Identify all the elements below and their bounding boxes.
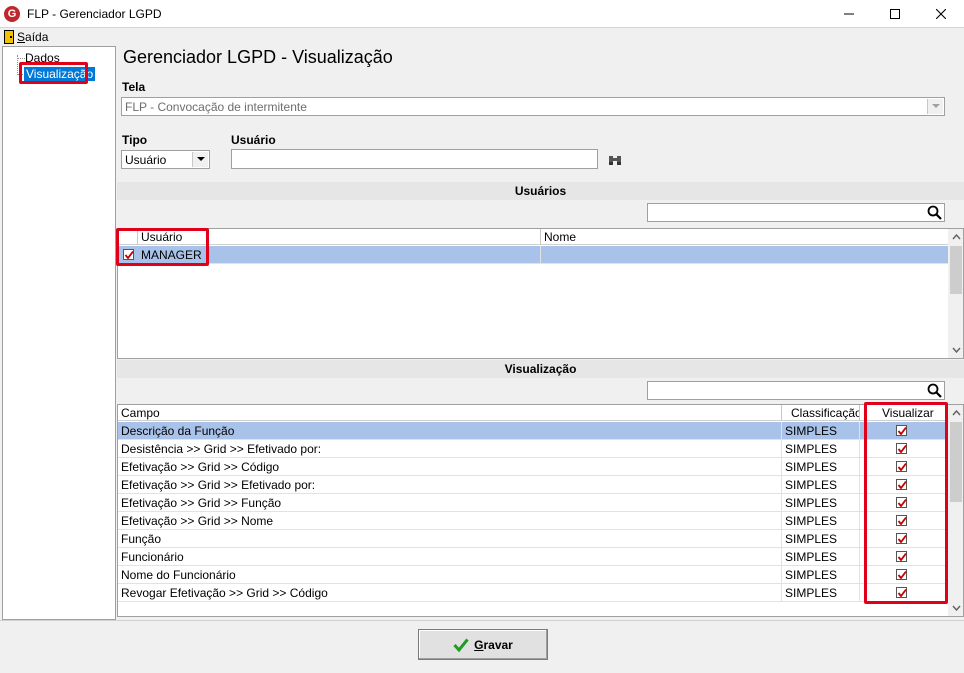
binoculars-icon — [609, 156, 621, 165]
minimize-button[interactable] — [826, 0, 872, 28]
usuarios-grid: Usuário Nome MANAGER — [117, 228, 964, 359]
classificacao-cell: SIMPLES — [782, 422, 860, 440]
campo-cell: Desistência >> Grid >> Efetivado por: — [118, 440, 782, 458]
app-logo-icon: G — [4, 6, 20, 22]
campo-cell: Efetivação >> Grid >> Nome — [118, 512, 782, 530]
table-row[interactable]: MANAGER — [118, 246, 949, 264]
table-row[interactable]: Efetivação >> Grid >> Efetivado por: SIMP… — [118, 476, 949, 494]
menu-exit[interactable]: Saída — [4, 29, 48, 45]
classificacao-cell: SIMPLES — [782, 458, 860, 476]
minimize-icon — [844, 13, 854, 15]
maximize-button[interactable] — [872, 0, 918, 28]
chevron-down-icon — [192, 152, 208, 167]
navigation-tree: Dados Visualização — [2, 46, 116, 620]
tela-select-value: FLP - Convocação de intermitente — [125, 100, 307, 114]
col-header-campo[interactable]: Campo — [118, 405, 782, 421]
menu-exit-label: Saída — [17, 30, 49, 44]
scroll-down-icon[interactable] — [948, 600, 963, 616]
highlight-visualizar-column — [864, 402, 948, 604]
menu-bar: Saída — [0, 28, 964, 46]
usuarios-search-input[interactable] — [647, 203, 945, 222]
usuarios-section-header: Usuários — [117, 182, 964, 200]
classificacao-cell: SIMPLES — [782, 530, 860, 548]
campo-cell: Funcionário — [118, 548, 782, 566]
table-row[interactable]: Desistência >> Grid >> Efetivado por: SIM… — [118, 440, 949, 458]
checkmark-icon — [453, 638, 469, 652]
search-icon[interactable] — [927, 383, 942, 401]
campo-cell: Revogar Efetivação >> Grid >> Código — [118, 584, 782, 602]
page-title: Gerenciador LGPD - Visualização — [123, 47, 393, 67]
campo-cell: Nome do Funcionário — [118, 566, 782, 584]
visualizacao-grid-header: Campo Classificação Visualizar — [118, 405, 949, 421]
usuarios-scrollbar[interactable] — [948, 229, 963, 358]
col-header-nome[interactable]: Nome — [541, 229, 949, 245]
scroll-down-icon[interactable] — [948, 342, 963, 358]
save-button-label: Gravar — [474, 637, 513, 652]
classificacao-cell: SIMPLES — [782, 440, 860, 458]
chevron-down-icon — [927, 99, 943, 114]
campo-cell: Função — [118, 530, 782, 548]
classificacao-cell: SIMPLES — [782, 512, 860, 530]
highlight-user-row — [116, 228, 209, 266]
tipo-label: Tipo — [122, 133, 148, 147]
table-row[interactable]: Efetivação >> Grid >> Função SIMPLES — [118, 494, 949, 512]
usuario-label: Usuário — [231, 133, 276, 147]
maximize-icon — [890, 9, 900, 19]
table-row[interactable]: Efetivação >> Grid >> Nome SIMPLES — [118, 512, 949, 530]
table-row[interactable]: Nome do Funcionário SIMPLES — [118, 566, 949, 584]
scroll-thumb[interactable] — [950, 422, 962, 502]
col-header-classificacao[interactable]: Classificação — [782, 405, 860, 421]
table-row[interactable]: Descrição da Função SIMPLES — [118, 422, 949, 440]
footer-divider — [0, 620, 964, 621]
table-row[interactable]: Efetivação >> Grid >> Código SIMPLES — [118, 458, 949, 476]
tipo-select-value: Usuário — [125, 153, 167, 167]
window-title: FLP - Gerenciador LGPD — [27, 7, 162, 21]
search-icon[interactable] — [927, 205, 942, 223]
visualizacao-section-header: Visualização — [117, 360, 964, 378]
tela-label: Tela — [122, 80, 146, 94]
campo-cell: Descrição da Função — [118, 422, 782, 440]
table-row[interactable]: Função SIMPLES — [118, 530, 949, 548]
classificacao-cell: SIMPLES — [782, 494, 860, 512]
highlight-tree-selection — [19, 62, 88, 84]
usuario-input[interactable] — [231, 149, 598, 169]
save-button[interactable]: Gravar — [418, 629, 548, 660]
table-row[interactable]: Funcionário SIMPLES — [118, 548, 949, 566]
table-row[interactable]: Revogar Efetivação >> Grid >> Código SIMP… — [118, 584, 949, 602]
tela-select[interactable]: FLP - Convocação de intermitente — [121, 97, 945, 116]
close-icon — [936, 9, 946, 19]
campo-cell: Efetivação >> Grid >> Efetivado por: — [118, 476, 782, 494]
visualizacao-search-input[interactable] — [647, 381, 945, 400]
campo-cell: Efetivação >> Grid >> Código — [118, 458, 782, 476]
visualizacao-scrollbar[interactable] — [948, 405, 963, 616]
title-bar: G FLP - Gerenciador LGPD — [0, 0, 964, 28]
scroll-up-icon[interactable] — [948, 405, 963, 421]
usuarios-grid-header: Usuário Nome — [118, 229, 949, 245]
close-button[interactable] — [918, 0, 964, 28]
nome-cell — [541, 246, 949, 264]
scroll-thumb[interactable] — [950, 246, 962, 294]
binoculars-search-button[interactable] — [608, 154, 622, 169]
exit-door-icon — [4, 30, 14, 44]
classificacao-cell: SIMPLES — [782, 584, 860, 602]
classificacao-cell: SIMPLES — [782, 476, 860, 494]
tipo-select[interactable]: Usuário — [121, 150, 210, 169]
visualizacao-grid: Campo Classificação Visualizar Descrição… — [117, 404, 964, 617]
classificacao-cell: SIMPLES — [782, 566, 860, 584]
campo-cell: Efetivação >> Grid >> Função — [118, 494, 782, 512]
scroll-up-icon[interactable] — [948, 229, 963, 245]
classificacao-cell: SIMPLES — [782, 548, 860, 566]
